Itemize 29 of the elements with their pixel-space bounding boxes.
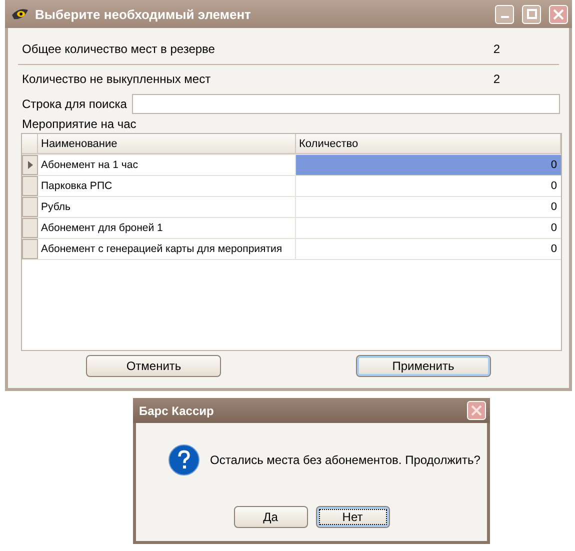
search-label: Строка для поиска <box>22 97 127 111</box>
maximize-icon <box>526 9 536 19</box>
close-icon <box>471 405 482 416</box>
summary-label: Количество не выкупленных мест <box>22 72 211 86</box>
no-button[interactable]: Нет <box>316 506 390 528</box>
message-text: Остались места без абонементов. Продолжить? <box>210 453 480 467</box>
row-pointer-icon <box>28 161 32 169</box>
apply-button[interactable]: Применить <box>356 355 491 377</box>
question-icon <box>168 444 200 476</box>
corner-header <box>22 134 38 154</box>
dialog-title: Барс Кассир <box>139 404 215 418</box>
summary-label: Общее количество мест в резерве <box>22 42 215 56</box>
summary-value: 2 <box>493 72 500 86</box>
maximize-button[interactable] <box>522 4 541 24</box>
summary-value: 2 <box>493 42 500 56</box>
window-title: Выберите необходимый элемент <box>35 6 252 22</box>
close-icon <box>553 8 564 20</box>
close-button[interactable] <box>549 4 568 24</box>
eye-icon <box>11 7 29 21</box>
search-field[interactable] <box>132 94 560 114</box>
column-header[interactable]: Количество <box>296 134 561 154</box>
cancel-button[interactable]: Отменить <box>86 355 222 377</box>
yes-button[interactable]: Да <box>234 506 308 528</box>
row-header[interactable] <box>22 155 38 175</box>
section-title: Мероприятие на час <box>21 116 138 133</box>
table-cell[interactable]: 0 <box>296 155 561 175</box>
close-button[interactable] <box>467 401 486 420</box>
column-header[interactable]: Наименование <box>38 134 296 154</box>
minimize-button[interactable] <box>495 4 514 24</box>
